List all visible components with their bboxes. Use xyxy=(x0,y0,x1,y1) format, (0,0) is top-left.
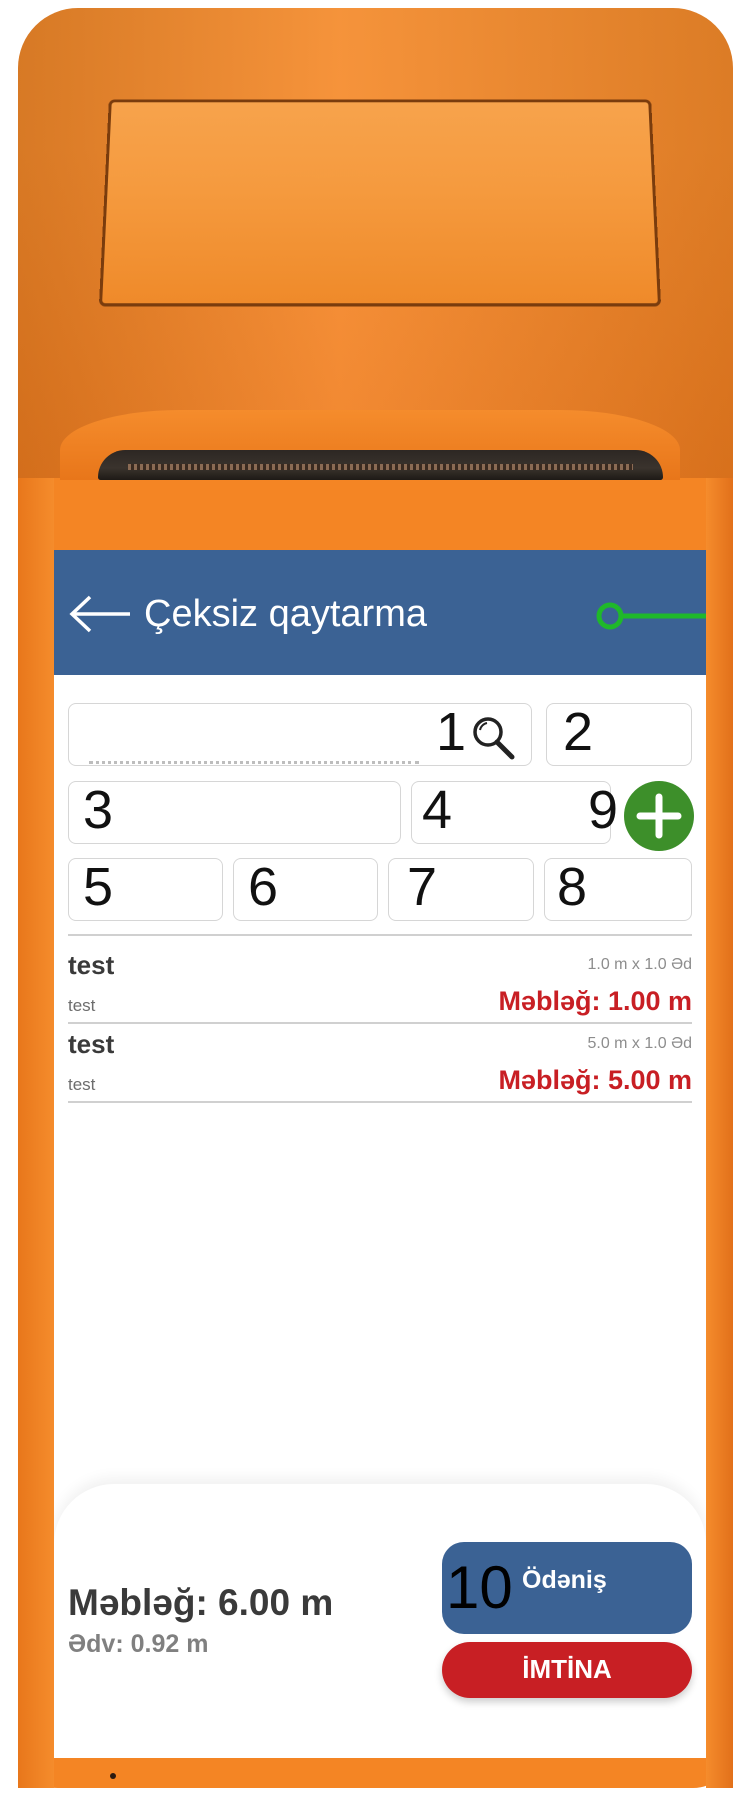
device-sensor-dot xyxy=(110,1773,116,1779)
item-quantity: 1.0 m x 1.0 Əd xyxy=(587,956,692,973)
item-quantity: 5.0 m x 1.0 Əd xyxy=(587,1035,692,1052)
field-number-7: 7 xyxy=(407,857,438,917)
divider xyxy=(68,1101,692,1103)
field-number-8: 8 xyxy=(557,857,588,917)
divider xyxy=(68,1022,692,1024)
search-input[interactable]: 1 xyxy=(68,702,532,769)
green-ring-indicator-icon xyxy=(596,602,706,630)
field-number-5: 5 xyxy=(83,857,114,917)
list-item[interactable]: test test 1.0 m x 1.0 Əd Məbləğ: 1.00 m xyxy=(68,950,692,1028)
item-subtitle: test xyxy=(68,996,96,1015)
field-number-4: 4 xyxy=(422,780,453,840)
field-number-3: 3 xyxy=(83,780,114,840)
cancel-button[interactable]: İMTİNA xyxy=(442,1642,692,1698)
app-screen: Çeksiz qaytarma 1 2 3 4 9 5 6 7 8 test t… xyxy=(54,550,706,1758)
item-name: test xyxy=(68,950,115,980)
app-bar: Çeksiz qaytarma xyxy=(54,550,706,675)
pay-button-number: 10 xyxy=(446,1554,513,1621)
plus-icon xyxy=(636,793,682,839)
item-amount: Məbləğ: 5.00 m xyxy=(498,1065,692,1095)
cancel-button-label: İMTİNA xyxy=(522,1654,612,1684)
search-hint-text xyxy=(89,761,419,769)
field-number-2: 2 xyxy=(563,702,594,762)
page-title: Çeksiz qaytarma xyxy=(144,593,427,635)
input-field-6[interactable]: 6 xyxy=(233,857,378,921)
arrow-left-icon[interactable] xyxy=(68,594,132,634)
input-field-5[interactable]: 5 xyxy=(68,857,223,921)
item-name: test xyxy=(68,1029,115,1059)
magnifier-icon[interactable] xyxy=(468,712,518,762)
add-button[interactable] xyxy=(624,781,694,851)
input-field-8[interactable]: 8 xyxy=(544,857,692,921)
device-edge-left xyxy=(18,470,54,1788)
input-field-4[interactable]: 4 9 xyxy=(411,780,618,844)
field-number-1: 1 xyxy=(436,702,467,762)
total-amount: Məbləğ: 6.00 m xyxy=(68,1582,334,1623)
field-number-9: 9 xyxy=(588,780,619,840)
paper-slot xyxy=(98,450,663,480)
input-field-2[interactable]: 2 xyxy=(546,702,692,766)
input-field-3[interactable]: 3 xyxy=(68,780,401,844)
field-number-6: 6 xyxy=(248,857,279,917)
pay-button[interactable]: 10 Ödəniş xyxy=(442,1542,692,1634)
item-amount: Məbləğ: 1.00 m xyxy=(498,986,692,1016)
printer-lid xyxy=(98,99,662,307)
vat-amount: Ədv: 0.92 m xyxy=(68,1630,209,1658)
divider xyxy=(68,934,692,936)
device-edge-right xyxy=(706,470,733,1788)
pay-button-label: Ödəniş xyxy=(522,1566,607,1594)
input-field-7[interactable]: 7 xyxy=(388,857,534,921)
list-item[interactable]: test test 5.0 m x 1.0 Əd Məbləğ: 5.00 m xyxy=(68,1029,692,1107)
item-subtitle: test xyxy=(68,1075,96,1094)
